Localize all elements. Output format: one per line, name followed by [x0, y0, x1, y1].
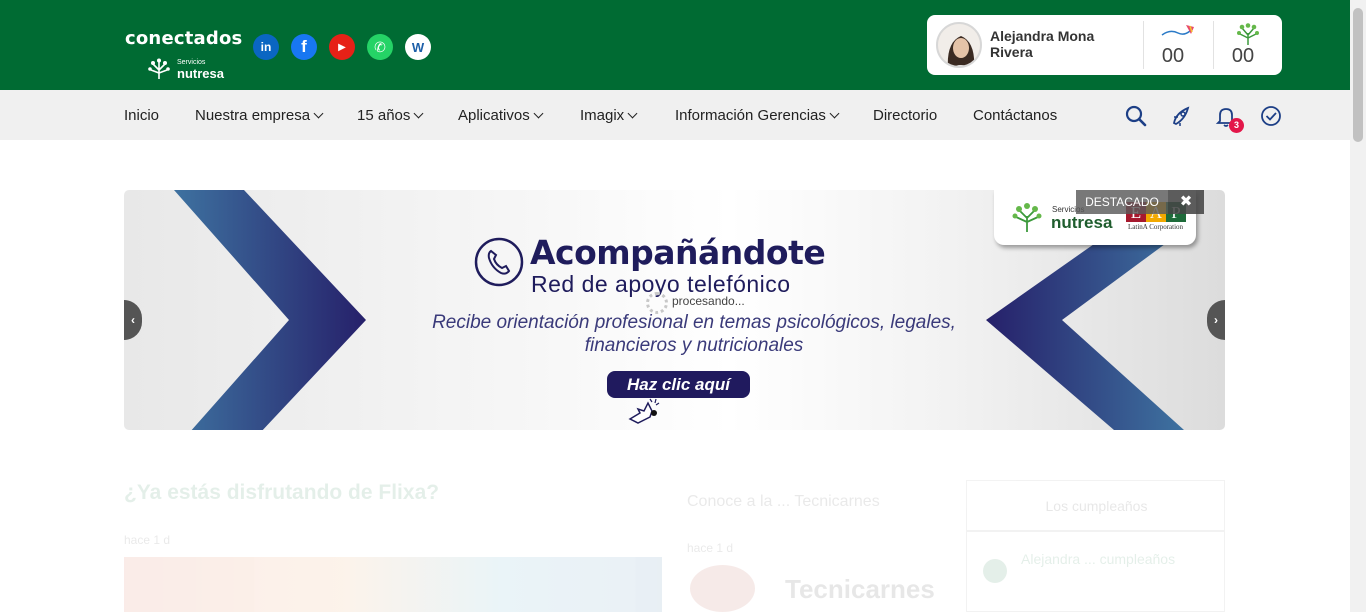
- chevron-down-icon: [829, 108, 840, 119]
- brand-name: conectados: [125, 28, 243, 49]
- nav-item-aplicativos[interactable]: Aplicativos: [458, 107, 544, 124]
- scrollbar-thumb[interactable]: [1353, 8, 1363, 142]
- notification-badge: 3: [1229, 118, 1244, 133]
- birthdays-title: Los cumpleaños: [1045, 498, 1148, 514]
- birthday-text: Alejandra ... cumpleaños: [1021, 551, 1176, 567]
- tree-stat-value: 00: [1231, 45, 1255, 67]
- youtube-glyph: ▶: [338, 41, 346, 53]
- linkedin-glyph: in: [260, 40, 272, 54]
- nav-item-informacion-gerencias[interactable]: Información Gerencias: [675, 107, 840, 124]
- brand-sub-small: Servicios: [177, 59, 206, 66]
- banner-cta-button[interactable]: Haz clic aquí: [607, 371, 750, 398]
- search-icon[interactable]: [1125, 105, 1147, 127]
- profile-card[interactable]: Alejandra Mona Rivera 00 00: [927, 15, 1282, 75]
- eap-corporation-text: LatinA Corporation: [1128, 223, 1184, 231]
- chevron-down-icon: [313, 108, 324, 119]
- kite-stat[interactable]: 00: [1143, 21, 1203, 69]
- whatsapp-glyph: ✆: [374, 38, 386, 55]
- cake-icon: [983, 559, 1007, 583]
- section-title: ¿Ya estás disfrutando de Flixa?: [124, 481, 440, 504]
- nav-item-nuestra-empresa[interactable]: Nuestra empresa: [195, 107, 324, 124]
- brand-sub: nutresa: [177, 66, 224, 81]
- nav-item-inicio[interactable]: Inicio: [124, 107, 159, 124]
- hand-cursor-icon: [628, 398, 660, 424]
- news-brand: Tecnicarnes: [785, 574, 935, 604]
- processing-text: procesando...: [672, 294, 745, 308]
- chevron-down-icon: [627, 108, 638, 119]
- page-scrollbar[interactable]: [1350, 0, 1366, 612]
- profile-name: Alejandra Mona Rivera: [990, 28, 1095, 60]
- banner-title: Acompañándote: [530, 233, 826, 272]
- whatsapp-icon[interactable]: ✆: [367, 34, 393, 60]
- nutresa-tree-icon: [1012, 203, 1042, 232]
- featured-tag: DESTACADO: [1076, 190, 1168, 214]
- nav-item-imagix[interactable]: Imagix: [580, 107, 638, 124]
- birthdays-header: Los cumpleaños: [966, 480, 1225, 532]
- brand-logo[interactable]: conectados Servicios nutresa: [125, 28, 250, 84]
- facebook-glyph: f: [301, 37, 307, 56]
- phone-icon: [474, 237, 524, 287]
- section-image[interactable]: [124, 557, 662, 612]
- nav-item-15-anos[interactable]: 15 años: [357, 107, 424, 124]
- section-date: hace 1 d: [124, 533, 171, 547]
- page: conectados Servicios nutresa in f ▶ ✆ W: [0, 0, 1366, 612]
- tree-logo-icon: [148, 58, 170, 79]
- birthday-item[interactable]: Alejandra ... cumpleaños: [966, 530, 1225, 612]
- kite-icon: [1161, 25, 1194, 36]
- nav-item-directorio[interactable]: Directorio: [873, 107, 937, 124]
- youtube-icon[interactable]: ▶: [329, 34, 355, 60]
- news-title[interactable]: Conoce a la ... Tecnicarnes: [687, 491, 937, 513]
- tree-icon: [1237, 23, 1259, 45]
- social-other-icon[interactable]: W: [405, 34, 431, 60]
- avatar[interactable]: [936, 22, 982, 68]
- tree-stat[interactable]: 00: [1213, 21, 1273, 69]
- banner-description: Recibe orientación profesional en temas …: [432, 312, 956, 356]
- rocket-icon[interactable]: [1170, 105, 1192, 127]
- top-header: conectados Servicios nutresa in f ▶ ✆ W: [0, 0, 1350, 90]
- logo-big-text: nutresa: [1051, 213, 1113, 232]
- close-icon[interactable]: ✖: [1168, 190, 1204, 214]
- kite-stat-value: 00: [1161, 45, 1185, 67]
- main-nav: Inicio Nuestra empresa 15 años Aplicativ…: [0, 90, 1350, 140]
- news-date: hace 1 d: [687, 541, 734, 555]
- featured-banner[interactable]: Acompañándote Red de apoyo telefónico pr…: [124, 190, 1225, 430]
- news-thumbnail[interactable]: [690, 565, 755, 612]
- chevron-down-icon: [533, 108, 544, 119]
- facebook-icon[interactable]: f: [291, 34, 317, 60]
- chevron-down-icon: [413, 108, 424, 119]
- nav-item-contactanos[interactable]: Contáctanos: [973, 107, 1057, 124]
- other-glyph: W: [411, 39, 425, 55]
- check-circle-icon[interactable]: [1260, 105, 1282, 127]
- linkedin-icon[interactable]: in: [253, 34, 279, 60]
